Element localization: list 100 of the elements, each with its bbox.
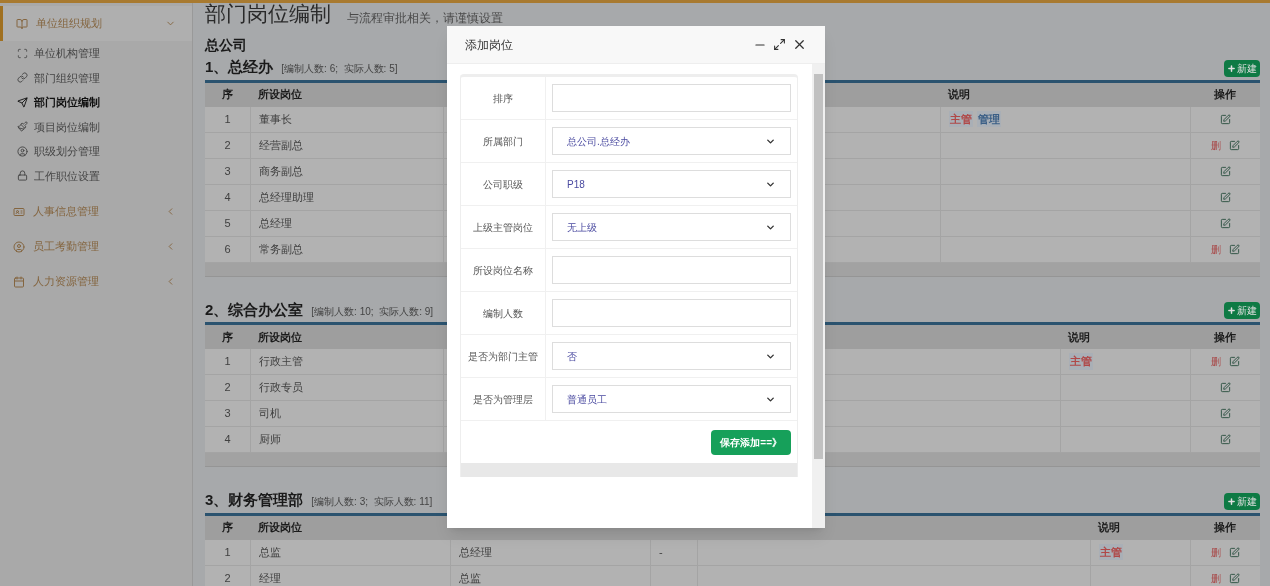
- table-cell-text: 总监: [259, 544, 281, 560]
- edit-icon[interactable]: [1229, 243, 1240, 255]
- edit-icon[interactable]: [1220, 408, 1231, 419]
- field-label: 编制人数: [483, 306, 523, 321]
- plus-icon: [1227, 63, 1236, 73]
- page-title: 部门岗位编制: [205, 3, 331, 27]
- table-cell-text: 1: [224, 544, 231, 560]
- field-label: 所设岗位名称: [473, 263, 533, 278]
- input-field[interactable]: [552, 299, 791, 327]
- field-label: 是否为管理层: [473, 392, 533, 407]
- select-field[interactable]: P18: [552, 170, 791, 198]
- column-header: 说明: [1098, 520, 1120, 536]
- field-label: 是否为部门主管: [468, 349, 538, 364]
- company-heading: 总公司: [205, 36, 247, 55]
- table-cell-text: 3: [224, 163, 231, 179]
- column-header: 序: [222, 329, 233, 345]
- page-subtitle: 与流程审批相关，请谨慎设置: [347, 10, 503, 27]
- new-button[interactable]: 新建: [1224, 59, 1260, 77]
- section-counts: [编制人数: 6; 实际人数: 5]: [281, 62, 398, 76]
- tag: 管理: [977, 110, 1001, 128]
- delete-link[interactable]: 删: [1211, 241, 1221, 257]
- select-field[interactable]: 总公司.总经办: [552, 127, 791, 155]
- table-cell-text: 4: [224, 432, 231, 448]
- edit-icon[interactable]: [1220, 217, 1231, 229]
- field-label: 所属部门: [483, 134, 523, 149]
- tag: 主管: [949, 110, 973, 128]
- user-circle-icon: [17, 145, 28, 157]
- new-button[interactable]: 新建: [1224, 302, 1260, 319]
- table-cell-text: 3: [224, 406, 231, 422]
- table-cell-text: 总经理助理: [259, 189, 314, 205]
- table-cell-text: -: [659, 544, 663, 560]
- tag: 主管: [1069, 353, 1093, 370]
- column-header: 操作: [1214, 87, 1236, 103]
- table-cell-text: 2: [224, 380, 231, 396]
- column-header: 所设岗位: [258, 329, 302, 345]
- sidebar-item[interactable]: 单位机构管理: [0, 41, 192, 66]
- column-header: 说明: [1068, 329, 1090, 345]
- table-cell-text: 6: [224, 241, 231, 257]
- table-cell-text: 司机: [259, 406, 281, 422]
- maximize-icon[interactable]: [773, 38, 786, 51]
- sidebar-item[interactable]: 工作职位设置: [0, 163, 192, 188]
- edit-icon[interactable]: [1220, 165, 1231, 177]
- edit-icon[interactable]: [1229, 356, 1240, 367]
- select-field[interactable]: 否: [552, 342, 791, 370]
- sidebar-item[interactable]: 部门岗位编制: [0, 90, 192, 115]
- edit-icon[interactable]: [1220, 434, 1231, 445]
- new-button[interactable]: 新建: [1224, 492, 1260, 510]
- dialog-title: 添加岗位: [465, 36, 514, 54]
- edit-icon[interactable]: [1229, 546, 1240, 558]
- edit-icon[interactable]: [1220, 113, 1231, 125]
- table-cell-text: 总经理: [459, 544, 492, 560]
- edit-icon[interactable]: [1220, 382, 1231, 393]
- delete-link[interactable]: 删: [1211, 137, 1221, 153]
- input-field[interactable]: [552, 84, 791, 112]
- sidebar-group[interactable]: 人力资源管理: [0, 264, 192, 299]
- save-button[interactable]: 保存添加==》: [711, 429, 791, 455]
- plus-icon: [1227, 496, 1236, 506]
- table-cell-text: 1: [224, 354, 231, 370]
- sidebar-item[interactable]: 职级划分管理: [0, 139, 192, 164]
- section-title: 2、综合办公室: [205, 299, 304, 320]
- table-cell-text: 2: [224, 570, 231, 586]
- table-cell-text: 经营副总: [259, 137, 303, 153]
- table-cell-text: 总监: [459, 570, 481, 586]
- column-header: 序: [222, 87, 233, 103]
- table-cell-text: 常务副总: [259, 241, 303, 257]
- scrollbar[interactable]: [812, 64, 825, 528]
- table-cell-text: 1: [224, 111, 231, 127]
- sidebar-item[interactable]: 部门组织管理: [0, 65, 192, 90]
- select-field[interactable]: 普通员工: [552, 385, 791, 413]
- field-label: 公司职级: [483, 177, 523, 192]
- delete-link[interactable]: 删: [1211, 570, 1221, 586]
- plus-icon: [1227, 306, 1236, 315]
- input-field[interactable]: [552, 256, 791, 284]
- column-header: 操作: [1214, 329, 1236, 345]
- tag: 主管: [1099, 543, 1123, 561]
- table-cell-text: 2: [224, 137, 231, 153]
- table-cell-text: 行政专员: [259, 380, 303, 396]
- sidebar-group[interactable]: 人事信息管理: [0, 194, 192, 229]
- edit-icon[interactable]: [1229, 572, 1240, 584]
- column-header: 操作: [1214, 520, 1236, 536]
- section-title: 3、财务管理部: [205, 490, 304, 510]
- select-field[interactable]: 无上级: [552, 213, 791, 241]
- edit-icon[interactable]: [1229, 139, 1240, 151]
- brush-icon: [17, 121, 28, 133]
- table-cell-text: 5: [224, 215, 231, 231]
- delete-link[interactable]: 删: [1211, 544, 1221, 560]
- sidebar-item[interactable]: 项目岗位编制: [0, 114, 192, 139]
- column-header: 说明: [948, 87, 970, 103]
- user-circle-icon: [13, 240, 25, 253]
- table-cell-text: 4: [224, 189, 231, 205]
- table-cell-text: 行政主管: [259, 354, 303, 370]
- column-header: 所设岗位: [258, 520, 302, 536]
- column-header: 序: [222, 520, 233, 536]
- sidebar-group[interactable]: 单位组织规划: [0, 6, 192, 41]
- sidebar-group[interactable]: 员工考勤管理: [0, 229, 192, 264]
- close-icon[interactable]: [792, 37, 807, 52]
- link-icon: [17, 72, 28, 84]
- edit-icon[interactable]: [1220, 191, 1231, 203]
- delete-link[interactable]: 删: [1211, 354, 1221, 369]
- lock-icon: [17, 170, 28, 182]
